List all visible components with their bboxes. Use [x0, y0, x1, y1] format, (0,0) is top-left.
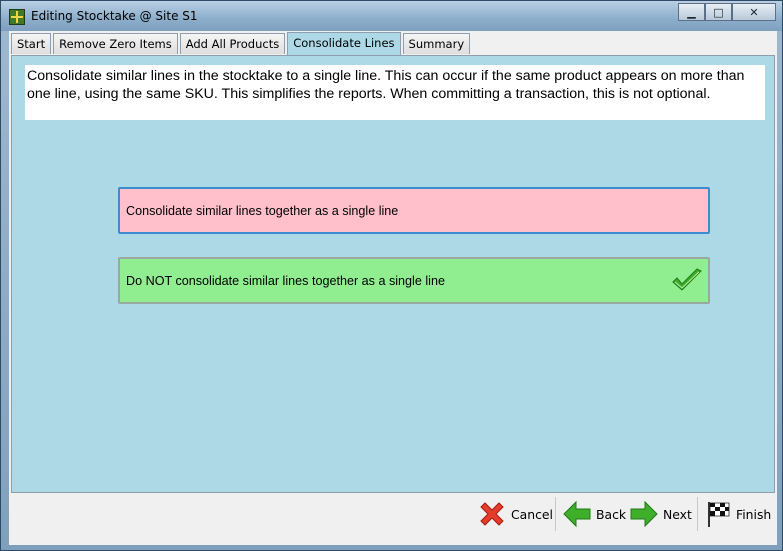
- finish-label: Finish: [736, 506, 772, 522]
- back-label: Back: [596, 506, 627, 522]
- do-not-consolidate-option-button[interactable]: Do NOT consolidate similar lines togethe…: [118, 257, 710, 304]
- next-label: Next: [663, 506, 692, 522]
- next-arrow-icon: [630, 500, 658, 528]
- app-icon: [9, 9, 25, 25]
- stocktake-window: Editing Stocktake @ Site S1 ▁ □ ✕ Start …: [0, 0, 783, 551]
- tab-summary[interactable]: Summary: [402, 33, 471, 54]
- checkered-flag-icon: [708, 502, 730, 527]
- tab-start[interactable]: Start: [11, 33, 52, 54]
- cancel-label: Cancel: [511, 506, 553, 522]
- wizard-tabs: Start Remove Zero Items Add All Products…: [11, 32, 471, 55]
- wizard-footer: Cancel Back Next Finish: [9, 493, 777, 537]
- title-bar[interactable]: Editing Stocktake @ Site S1 ▁ □ ✕: [1, 1, 782, 31]
- footer-separator: [555, 497, 556, 531]
- close-button[interactable]: ✕: [732, 3, 776, 21]
- footer-separator: [697, 497, 698, 531]
- window-title: Editing Stocktake @ Site S1: [31, 9, 198, 23]
- tab-remove-zero-items[interactable]: Remove Zero Items: [53, 33, 178, 54]
- cancel-icon: [480, 502, 504, 526]
- maximize-button[interactable]: □: [705, 3, 732, 21]
- do-not-consolidate-option-label: Do NOT consolidate similar lines togethe…: [126, 273, 445, 288]
- back-arrow-icon: [563, 500, 591, 528]
- next-button[interactable]: Next: [629, 497, 692, 531]
- finish-button[interactable]: Finish: [706, 497, 771, 531]
- consolidate-lines-panel: Consolidate similar lines in the stockta…: [11, 55, 775, 493]
- tab-consolidate-lines[interactable]: Consolidate Lines: [287, 32, 401, 55]
- tab-add-all-products[interactable]: Add All Products: [179, 33, 286, 54]
- back-button[interactable]: Back: [562, 497, 626, 531]
- window-controls: ▁ □ ✕: [678, 3, 776, 21]
- consolidate-option-button[interactable]: Consolidate similar lines together as a …: [118, 187, 710, 234]
- window-content: Start Remove Zero Items Add All Products…: [9, 31, 777, 545]
- consolidate-option-label: Consolidate similar lines together as a …: [126, 203, 399, 218]
- description-text: Consolidate similar lines in the stockta…: [25, 65, 765, 120]
- minimize-button[interactable]: ▁: [678, 3, 705, 21]
- cancel-button[interactable]: Cancel: [477, 497, 553, 531]
- checkmark-icon: [672, 268, 702, 291]
